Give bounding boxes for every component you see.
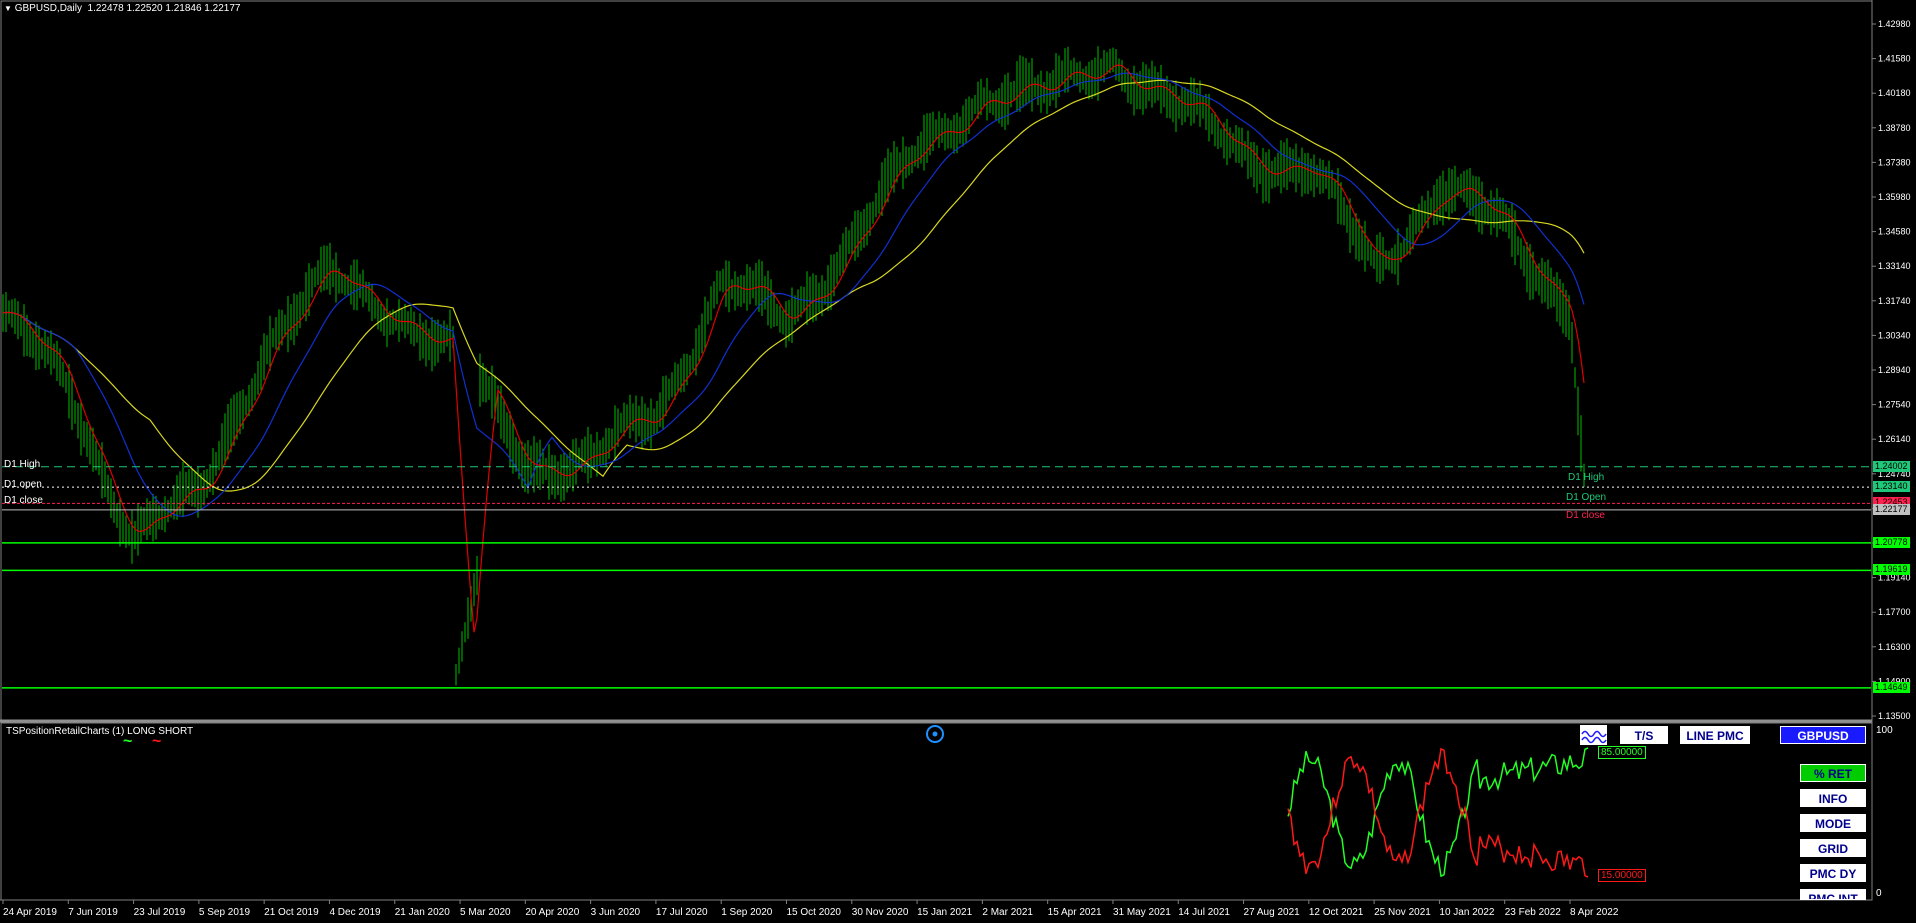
d1-close-label-left: D1 close: [4, 495, 43, 506]
indicator-title: TSPositionRetailCharts (1) LONG SHORT: [6, 726, 194, 737]
price-axis-label: 1.17700: [1878, 607, 1911, 617]
d1-high-label-right: D1 High: [1568, 472, 1605, 483]
date-axis-label: 21 Oct 2019: [264, 907, 319, 918]
grid-button[interactable]: GRID: [1800, 839, 1866, 857]
date-axis-label: 7 Jun 2019: [68, 907, 118, 918]
price-tag: 1.14649: [1873, 681, 1910, 693]
d1-close-label-right: D1 close: [1566, 510, 1605, 521]
price-axis-label: 1.28940: [1878, 365, 1911, 375]
price-tag: 1.22177: [1873, 503, 1910, 515]
d1-open-label-right: D1 Open: [1566, 492, 1607, 503]
date-axis-label: 27 Aug 2021: [1244, 907, 1301, 918]
indicator-scale-bottom: 0: [1876, 888, 1882, 899]
price-axis-label: 1.33140: [1878, 261, 1911, 271]
price-tag: 1.23140: [1873, 481, 1910, 493]
candle-series: [2, 46, 1585, 686]
price-axis-label: 1.16300: [1878, 642, 1911, 652]
date-axis-label: 23 Feb 2022: [1505, 907, 1562, 918]
date-axis-label: 15 Apr 2021: [1048, 907, 1102, 918]
mode-button[interactable]: MODE: [1800, 814, 1866, 832]
price-axis-label: 1.40180: [1878, 88, 1911, 98]
pmc-int-button[interactable]: PMC INT: [1800, 889, 1866, 900]
price-axis-label: 1.31740: [1878, 296, 1911, 306]
chart-frame: [0, 0, 1873, 721]
trading-terminal: ▼ GBPUSD,Daily 1.22478 1.22520 1.21846 1…: [0, 0, 1916, 923]
price-axis-label: 1.42980: [1878, 19, 1911, 29]
indicator-scale-top: 100: [1876, 725, 1893, 736]
pmc-dy-button[interactable]: PMC DY: [1800, 864, 1866, 882]
date-axis-label: 14 Jul 2021: [1178, 907, 1230, 918]
date-axis-label: 15 Oct 2020: [787, 907, 842, 918]
info-button[interactable]: INFO: [1800, 789, 1866, 807]
crosshair-target-icon[interactable]: [926, 725, 944, 743]
date-axis-label: 12 Oct 2021: [1309, 907, 1364, 918]
date-axis-label: 4 Dec 2019: [329, 907, 381, 918]
d1-open-label-left: D1 open: [4, 479, 42, 490]
price-chart[interactable]: 1.42980 1.41580 1.40180 1.38780 1.37380 1.359…: [0, 0, 1916, 923]
price-axis-label: 1.27540: [1878, 400, 1911, 410]
date-axis-label: 24 Apr 2019: [3, 907, 57, 918]
date-axis-label: 31 May 2021: [1113, 907, 1171, 918]
date-axis: 24 Apr 2019 7 Jun 2019 23 Jul 2019 5 Sep 20…: [2, 900, 1619, 918]
line-pmc-button[interactable]: LINE PMC: [1680, 726, 1750, 744]
short-value-tag: 15.00000: [1598, 869, 1646, 882]
price-tag: 1.24002: [1873, 460, 1910, 472]
indicator-frame: [0, 722, 1873, 901]
date-axis-label: 15 Jan 2021: [917, 907, 972, 918]
price-axis-label: 1.30340: [1878, 330, 1911, 340]
d1-high-label-left: D1 High: [4, 459, 41, 470]
date-axis-label: 23 Jul 2019: [134, 907, 186, 918]
date-axis-label: 5 Mar 2020: [460, 907, 511, 918]
price-axis-label: 1.35980: [1878, 192, 1911, 202]
date-axis-label: 20 Apr 2020: [525, 907, 579, 918]
date-axis-label: 10 Jan 2022: [1439, 907, 1494, 918]
price-axis-label: 1.26140: [1878, 434, 1911, 444]
moving-average-red: [2, 64, 1585, 633]
price-tag: 1.19619: [1873, 564, 1910, 576]
symbol-button[interactable]: GBPUSD: [1780, 726, 1866, 744]
date-axis-label: 1 Sep 2020: [721, 907, 773, 918]
price-axis-label: 1.38780: [1878, 123, 1911, 133]
wave-chart-icon[interactable]: [1580, 725, 1607, 745]
price-axis-label: 1.13500: [1878, 711, 1911, 721]
ret-button[interactable]: % RET: [1800, 764, 1866, 782]
price-axis-label: 1.41580: [1878, 54, 1911, 64]
date-axis-label: 2 Mar 2021: [982, 907, 1033, 918]
date-axis-label: 5 Sep 2019: [199, 907, 251, 918]
date-axis-label: 21 Jan 2020: [395, 907, 450, 918]
price-axis-label: 1.37380: [1878, 157, 1911, 167]
date-axis-label: 25 Nov 2021: [1374, 907, 1431, 918]
moving-average-blue: [2, 72, 1585, 517]
date-axis-label: 30 Nov 2020: [852, 907, 909, 918]
date-axis-label: 17 Jul 2020: [656, 907, 708, 918]
ts-button[interactable]: T/S: [1620, 726, 1668, 744]
date-axis-label: 8 Apr 2022: [1570, 907, 1619, 918]
long-value-tag: 85.00000: [1598, 746, 1646, 759]
price-axis-label: 1.34580: [1878, 227, 1911, 237]
price-axis: 1.42980 1.41580 1.40180 1.38780 1.37380 1.359…: [1872, 19, 1911, 721]
date-axis-label: 3 Jun 2020: [591, 907, 641, 918]
price-tag: 1.20778: [1873, 536, 1910, 548]
